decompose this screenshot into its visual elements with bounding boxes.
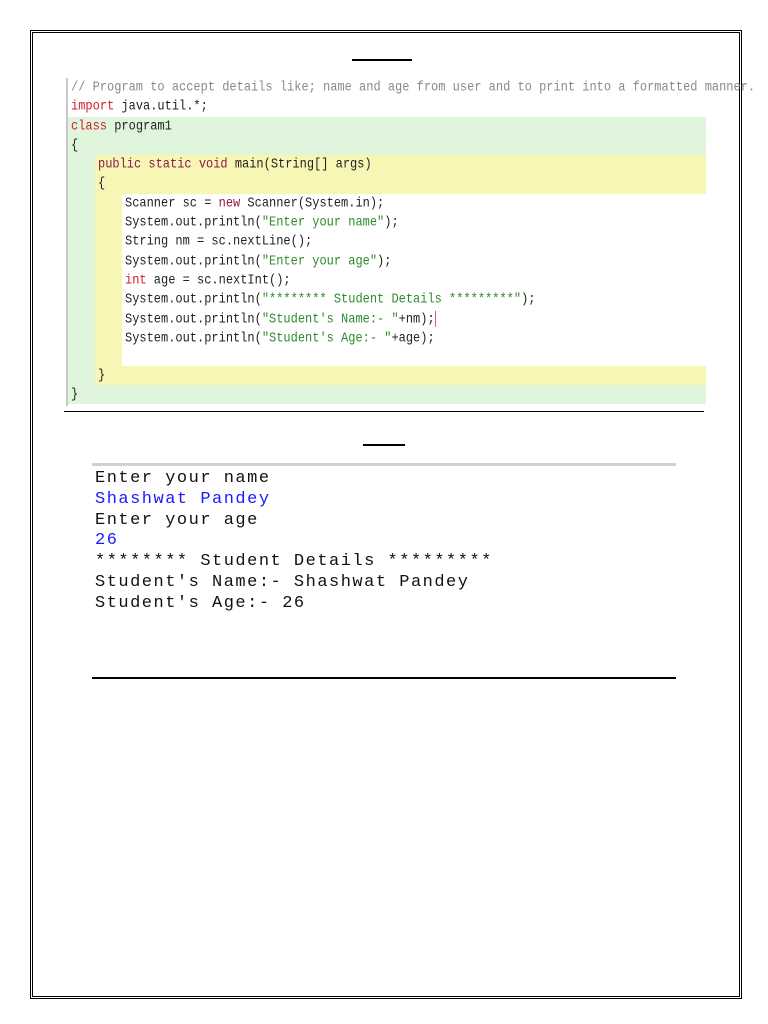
code-line-brace: } (68, 384, 706, 406)
console-line: Enter your name (95, 469, 271, 488)
string-literal: "Enter your age" (261, 252, 378, 269)
heading-underline (363, 444, 405, 446)
keyword: class (71, 117, 108, 134)
code-text: java.util.*; (114, 98, 208, 115)
code-text: Scanner sc = (125, 194, 219, 211)
keyword: new (218, 194, 241, 211)
code-text: System.out.println( (125, 310, 262, 327)
string-literal: "Enter your name" (261, 213, 385, 231)
code-editor-snippet: // Program to accept details like; name … (66, 78, 755, 406)
comment-text: // Program to accept details like; name … (71, 78, 756, 95)
section-divider (64, 411, 704, 412)
method-body: Scanner sc = new Scanner(System.in); Sys… (122, 193, 706, 366)
console-input-line: Shashwat Pandey (95, 489, 271, 509)
code-text: program1 (107, 117, 172, 134)
code-text: main(String[] args) (227, 156, 372, 173)
code-text: { (98, 175, 106, 192)
code-text: ); (377, 252, 392, 269)
code-text: +age); (391, 329, 435, 346)
console-input-line: 26 (95, 531, 119, 551)
code-text: ); (384, 213, 399, 231)
keyword: int (125, 271, 147, 288)
class-block: class program1 { public static void main… (68, 116, 706, 406)
keyword: import (71, 98, 115, 115)
code-text: ); (521, 291, 536, 308)
console-line: Enter your age (95, 510, 259, 530)
string-literal: "Student's Age:- " (261, 329, 392, 346)
document-page: // Program to accept details like; name … (0, 0, 768, 1024)
code-text: System.out.println( (125, 252, 262, 269)
console-line: Student's Age:- 26 (95, 593, 306, 613)
console-output: Enter your name Shashwat Pandey Enter yo… (92, 463, 676, 679)
code-text: String nm = sc.nextLine(); (125, 233, 313, 250)
code-text: } (98, 366, 106, 383)
method-block: public static void main(String[] args) {… (95, 155, 706, 386)
text-caret (434, 310, 436, 327)
string-literal: "Student's Name:- " (261, 310, 399, 327)
code-text: } (71, 385, 79, 403)
code-text: System.out.println( (125, 329, 262, 346)
code-text: System.out.println( (125, 213, 262, 231)
code-line: System.out.println("Student's Age:- "+ag… (122, 327, 706, 349)
heading-underline (352, 59, 412, 61)
keyword: public static void (98, 156, 228, 173)
string-literal: "******** Student Details *********" (261, 291, 522, 308)
code-text: Scanner(System.in); (240, 194, 385, 211)
console-line: Student's Name:- Shashwat Pandey (95, 572, 470, 592)
code-text: System.out.println( (125, 291, 262, 308)
code-text: age = sc.nextInt(); (146, 271, 291, 288)
code-text: +nm); (398, 310, 435, 327)
code-text: { (71, 136, 79, 153)
console-line: ******** Student Details ********* (95, 552, 493, 572)
